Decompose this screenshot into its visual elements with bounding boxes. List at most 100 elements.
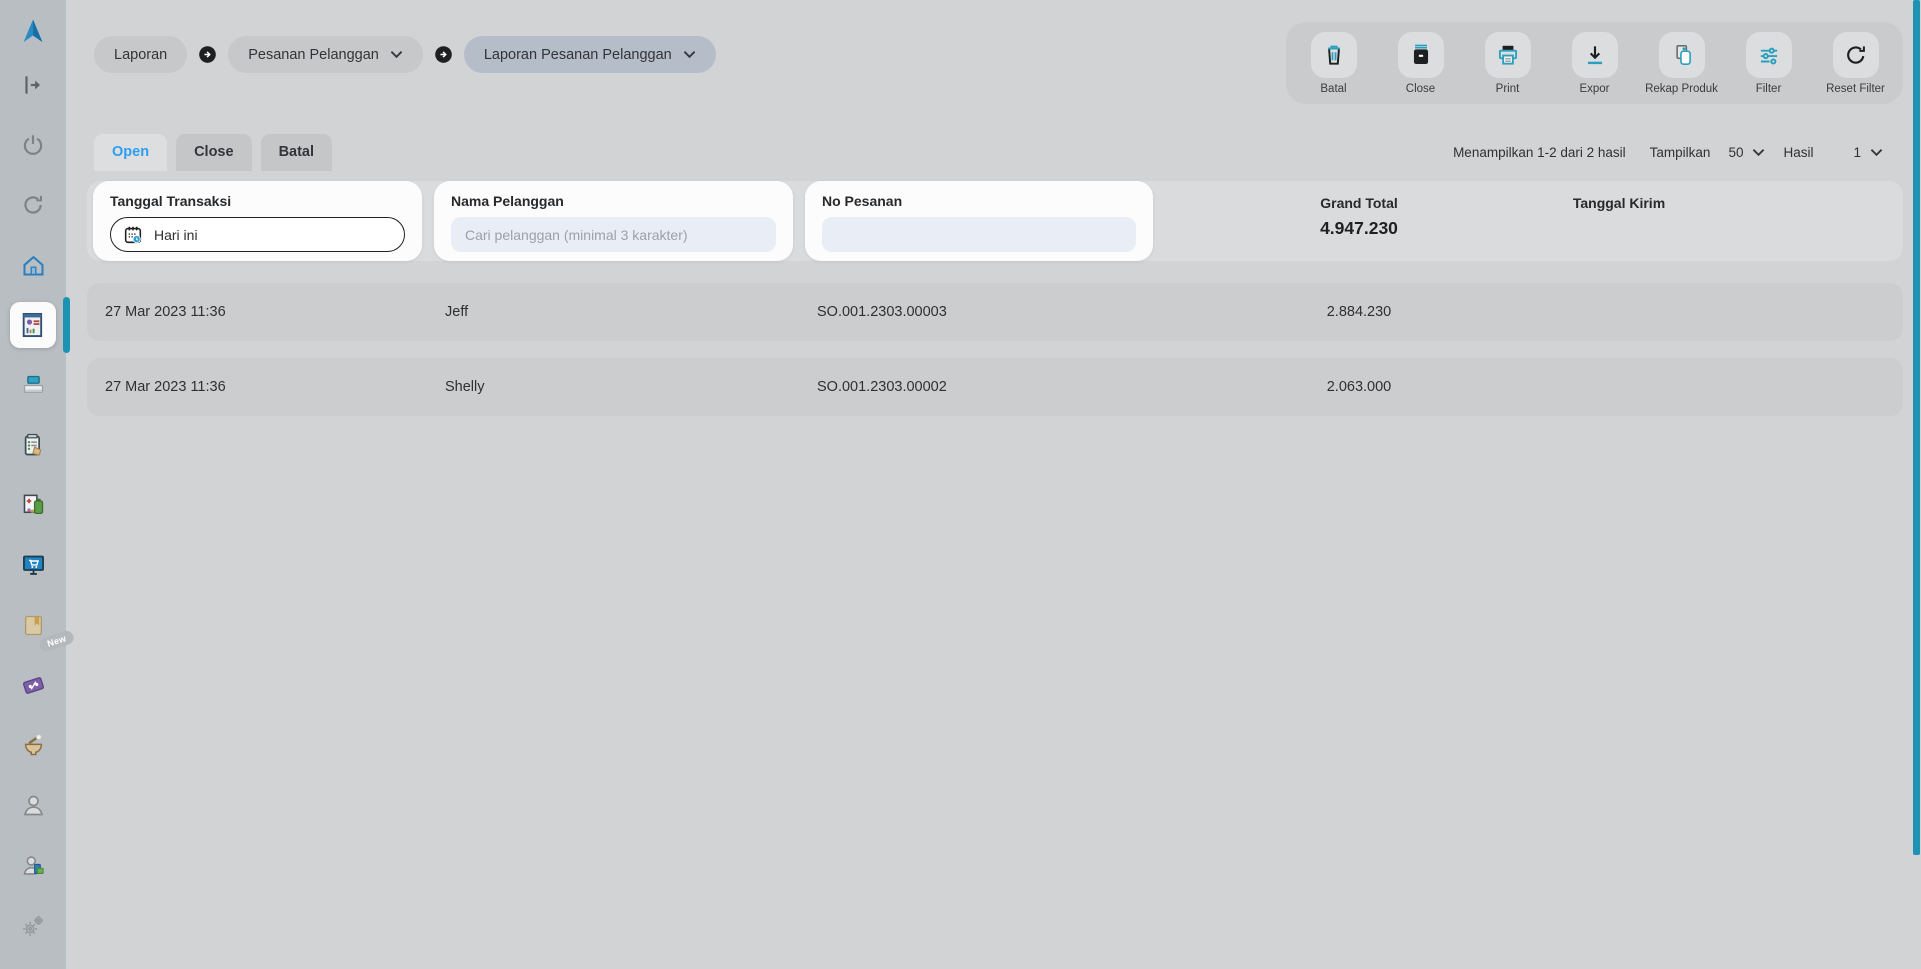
expor-button[interactable]: Expor <box>1551 32 1638 95</box>
tanggal-transaksi-value: Hari ini <box>154 227 198 243</box>
logout-icon <box>20 72 46 98</box>
customer-icon <box>20 792 47 819</box>
breadcrumb-arrow-icon <box>433 44 454 65</box>
chevron-down-icon <box>390 50 403 59</box>
filter-button[interactable]: Filter <box>1725 32 1812 95</box>
sidebar: New <box>0 0 66 969</box>
breadcrumb-arrow-icon <box>197 44 218 65</box>
breadcrumb-label: Pesanan Pelanggan <box>248 47 379 63</box>
sidebar-item-reports[interactable] <box>10 302 56 348</box>
sidebar-item-catalog[interactable]: New <box>10 602 56 648</box>
pagination: Menampilkan 1-2 dari 2 hasil Tampilkan 5… <box>1453 145 1883 160</box>
main-content: Laporan Pesanan Pelanggan Laporan Pesana… <box>66 0 1921 969</box>
stock-clipboard-icon <box>20 432 47 459</box>
breadcrumb-label: Laporan Pesanan Pelanggan <box>484 47 672 63</box>
reports-icon <box>19 311 47 339</box>
breadcrumb-label: Laporan <box>114 47 167 63</box>
sidebar-item-home[interactable] <box>10 242 56 288</box>
pharmacy-icon <box>20 492 47 519</box>
sidebar-item-stock[interactable] <box>10 422 56 468</box>
order-rows: 27 Mar 2023 11:36 Jeff SO.001.2303.00003… <box>87 283 1903 433</box>
chevron-down-icon <box>683 50 696 59</box>
cell-nama-pelanggan: Jeff <box>428 304 799 320</box>
chevron-down-icon <box>1752 148 1765 157</box>
cell-nama-pelanggan: Shelly <box>428 379 799 395</box>
archive-icon <box>1398 32 1444 78</box>
tab-batal[interactable]: Batal <box>261 134 332 171</box>
toolbar: Batal Close <box>1286 22 1903 104</box>
sliders-icon <box>1746 32 1792 78</box>
close-button[interactable]: Close <box>1377 32 1464 95</box>
filter-card-tanggal-transaksi: Tanggal Transaksi Hari ini <box>93 181 422 261</box>
sidebar-item-refresh[interactable] <box>10 182 56 228</box>
cell-tanggal-transaksi: 27 Mar 2023 11:36 <box>87 379 428 395</box>
refresh-icon <box>20 192 46 218</box>
tanggal-kirim-header: Tanggal Kirim <box>1559 195 1679 211</box>
table-row[interactable]: 27 Mar 2023 11:36 Shelly SO.001.2303.000… <box>87 358 1903 416</box>
power-icon <box>20 132 46 158</box>
page-value: 1 <box>1853 145 1861 160</box>
sidebar-item-online-store[interactable] <box>10 542 56 588</box>
filter-card-nama-pelanggan: Nama Pelanggan <box>434 181 793 261</box>
breadcrumb: Laporan Pesanan Pelanggan Laporan Pesana… <box>94 36 716 73</box>
app-logo-icon <box>18 17 48 47</box>
filter-label: Nama Pelanggan <box>451 193 776 209</box>
mortar-pestle-icon <box>20 732 47 759</box>
sidebar-item-power[interactable] <box>10 122 56 168</box>
supplier-icon <box>20 852 47 879</box>
sidebar-item-logout[interactable] <box>10 62 56 108</box>
download-icon <box>1572 32 1618 78</box>
tool-label: Close <box>1406 83 1435 95</box>
breadcrumb-laporan-pesanan-pelanggan[interactable]: Laporan Pesanan Pelanggan <box>464 36 716 73</box>
filter-header-band: Tanggal Transaksi Hari ini Nama Pelangga… <box>87 181 1903 261</box>
sidebar-item-pharmacy[interactable] <box>10 482 56 528</box>
tool-label: Rekap Produk <box>1645 83 1718 95</box>
page-select[interactable]: 1 <box>1853 145 1883 160</box>
table-row[interactable]: 27 Mar 2023 11:36 Jeff SO.001.2303.00003… <box>87 283 1903 341</box>
tab-close[interactable]: Close <box>176 134 252 171</box>
home-icon <box>20 252 47 279</box>
no-pesanan-input[interactable] <box>822 217 1136 252</box>
results-summary: Menampilkan 1-2 dari 2 hasil <box>1453 145 1626 160</box>
cell-no-pesanan: SO.001.2303.00003 <box>799 304 1159 320</box>
tanggal-transaksi-input[interactable]: Hari ini <box>110 217 405 252</box>
cell-no-pesanan: SO.001.2303.00002 <box>799 379 1159 395</box>
band-spacer <box>1679 181 1903 261</box>
cell-grand-total: 2.063.000 <box>1159 379 1559 395</box>
print-button[interactable]: Print <box>1464 32 1551 95</box>
per-page-select[interactable]: 50 <box>1728 145 1765 160</box>
cell-tanggal-transaksi: 27 Mar 2023 11:36 <box>87 304 428 320</box>
nama-pelanggan-input[interactable] <box>451 217 776 252</box>
documents-icon <box>1659 32 1705 78</box>
tool-label: Filter <box>1756 83 1782 95</box>
sidebar-item-customer[interactable] <box>10 782 56 828</box>
tanggal-kirim-header-cell: Tanggal Kirim <box>1559 181 1679 261</box>
sidebar-item-compounding[interactable] <box>10 722 56 768</box>
catalog-icon <box>20 612 47 639</box>
tool-label: Reset Filter <box>1826 83 1885 95</box>
reset-icon <box>1833 32 1879 78</box>
app-logo-icon[interactable] <box>10 9 56 55</box>
filter-card-no-pesanan: No Pesanan <box>805 181 1153 261</box>
grand-total-header: Grand Total <box>1159 195 1559 211</box>
tool-label: Expor <box>1579 83 1609 95</box>
reset-filter-button[interactable]: Reset Filter <box>1812 32 1899 95</box>
tool-label: Batal <box>1320 83 1346 95</box>
rekap-produk-button[interactable]: Rekap Produk <box>1638 32 1725 95</box>
filter-label: No Pesanan <box>822 193 1136 209</box>
breadcrumb-pesanan-pelanggan[interactable]: Pesanan Pelanggan <box>228 36 423 73</box>
filter-label: Tanggal Transaksi <box>110 193 405 209</box>
app-root: New <box>0 0 1921 969</box>
breadcrumb-laporan[interactable]: Laporan <box>94 36 187 73</box>
batal-button[interactable]: Batal <box>1290 32 1377 95</box>
chevron-down-icon <box>1870 148 1883 157</box>
cell-grand-total: 2.884.230 <box>1159 304 1559 320</box>
sidebar-item-settings[interactable] <box>10 902 56 948</box>
sidebar-item-supplier[interactable] <box>10 842 56 888</box>
tab-open[interactable]: Open <box>94 134 167 171</box>
sidebar-item-promo[interactable] <box>10 662 56 708</box>
scrollbar-thumb[interactable] <box>1913 0 1920 855</box>
per-page-label: Tampilkan <box>1650 145 1711 160</box>
page-label: Hasil <box>1783 145 1813 160</box>
sidebar-item-cash-register[interactable] <box>10 362 56 408</box>
